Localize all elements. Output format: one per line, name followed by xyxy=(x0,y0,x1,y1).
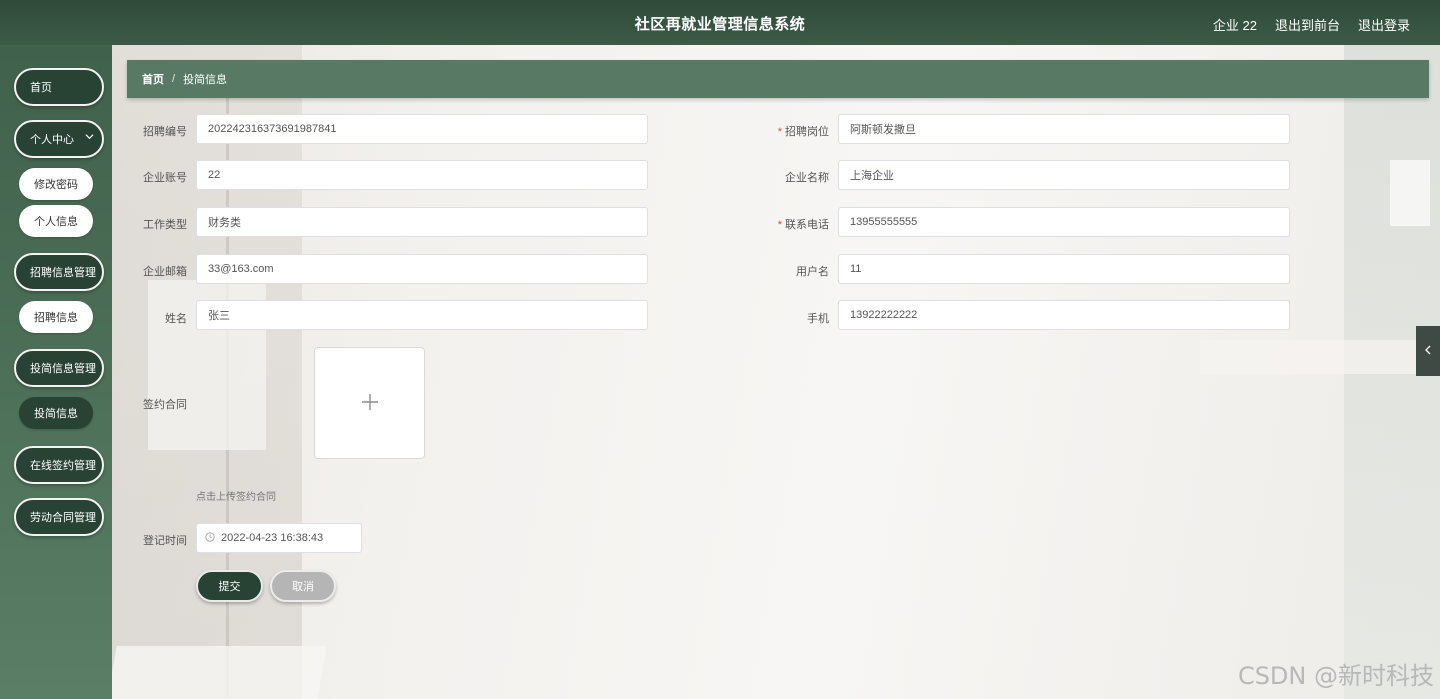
recruit-post-field[interactable]: 阿斯顿发撒旦 xyxy=(838,114,1290,144)
company-email-field[interactable]: 33@163.com xyxy=(196,254,648,284)
sidebar-item-label: 劳动合同管理 xyxy=(30,512,96,524)
sidebar-subitem-resume-info[interactable]: 投简信息 xyxy=(19,397,93,429)
sidebar-item-labor-contract-mgmt[interactable]: 劳动合同管理 xyxy=(14,498,104,536)
company-email-label: 企业邮箱 xyxy=(143,266,187,278)
logout-link[interactable]: 退出登录 xyxy=(1358,15,1410,34)
username-field[interactable]: 11 xyxy=(838,254,1290,284)
header-links: 企业 22 退出到前台 退出登录 xyxy=(1213,15,1410,34)
register-time-label: 登记时间 xyxy=(143,535,187,547)
register-time-picker[interactable]: 2022-04-23 16:38:43 xyxy=(196,523,362,553)
required-mark: * xyxy=(777,219,782,231)
sidebar-item-online-sign-mgmt[interactable]: 在线签约管理 xyxy=(14,446,104,484)
sidebar-item-label: 招聘信息管理 xyxy=(30,267,96,279)
plus-icon xyxy=(360,392,380,415)
watermark: CSDN @新时科技 xyxy=(1237,662,1434,690)
company-name-field[interactable]: 上海企业 xyxy=(838,160,1290,190)
sidebar-item-label: 个人中心 xyxy=(30,134,74,146)
sidebar-item-label: 在线签约管理 xyxy=(30,460,96,472)
sidebar-subitem-personal-info[interactable]: 个人信息 xyxy=(19,205,93,237)
mobile-label: 手机 xyxy=(807,313,829,325)
contract-upload-hint: 点击上传签约合同 xyxy=(196,492,276,503)
recruit-post-label: * 招聘岗位 xyxy=(777,126,829,138)
sidebar-item-resume-mgmt[interactable]: 投简信息管理 xyxy=(14,349,104,387)
sidebar-subitem-change-password[interactable]: 修改密码 xyxy=(19,168,93,200)
clock-icon xyxy=(205,531,215,545)
contact-phone-label: * 联系电话 xyxy=(777,219,829,231)
collapse-panel-button[interactable] xyxy=(1416,326,1440,376)
company-account-label: 企业账号 xyxy=(143,172,187,184)
sidebar-item-recruit-mgmt[interactable]: 招聘信息管理 xyxy=(14,253,104,291)
contract-label: 签约合同 xyxy=(143,399,187,411)
sidebar-item-home[interactable]: 首页 xyxy=(14,68,104,106)
breadcrumb: 首页 / 投简信息 xyxy=(127,60,1429,98)
submit-button[interactable]: 提交 xyxy=(196,570,263,602)
sidebar-item-personal-center[interactable]: 个人中心 xyxy=(14,120,104,158)
required-mark: * xyxy=(777,126,782,138)
chevron-left-icon xyxy=(1424,344,1432,358)
recruit-no-label: 招聘编号 xyxy=(143,126,187,138)
mobile-field[interactable]: 13922222222 xyxy=(838,300,1290,330)
current-user: 企业 22 xyxy=(1212,18,1257,33)
company-account-field[interactable]: 22 xyxy=(196,160,648,190)
cancel-button[interactable]: 取消 xyxy=(270,570,336,602)
contract-upload-box[interactable] xyxy=(314,347,425,459)
breadcrumb-current: 投简信息 xyxy=(183,74,228,86)
company-name-label: 企业名称 xyxy=(785,172,829,184)
breadcrumb-separator: / xyxy=(172,73,176,85)
sidebar-item-label: 投简信息管理 xyxy=(30,363,96,375)
register-time-value: 2022-04-23 16:38:43 xyxy=(221,532,324,544)
sidebar-subitem-recruit-info[interactable]: 招聘信息 xyxy=(19,301,93,333)
job-type-label: 工作类型 xyxy=(143,219,187,231)
chevron-down-icon xyxy=(85,132,94,144)
breadcrumb-home[interactable]: 首页 xyxy=(142,71,164,87)
sidebar-item-label: 首页 xyxy=(30,82,52,94)
recruit-no-field[interactable]: 202242316373691987841 xyxy=(196,114,648,144)
top-header: 社区再就业管理信息系统 企业 22 退出到前台 退出登录 xyxy=(0,0,1440,45)
username-label: 用户名 xyxy=(796,266,829,278)
name-label: 姓名 xyxy=(165,313,187,325)
job-type-field[interactable]: 财务类 xyxy=(196,207,648,237)
name-field[interactable]: 张三 xyxy=(196,300,648,330)
contact-phone-field[interactable]: 13955555555 xyxy=(838,207,1290,237)
exit-to-front-link[interactable]: 退出到前台 xyxy=(1275,15,1340,34)
